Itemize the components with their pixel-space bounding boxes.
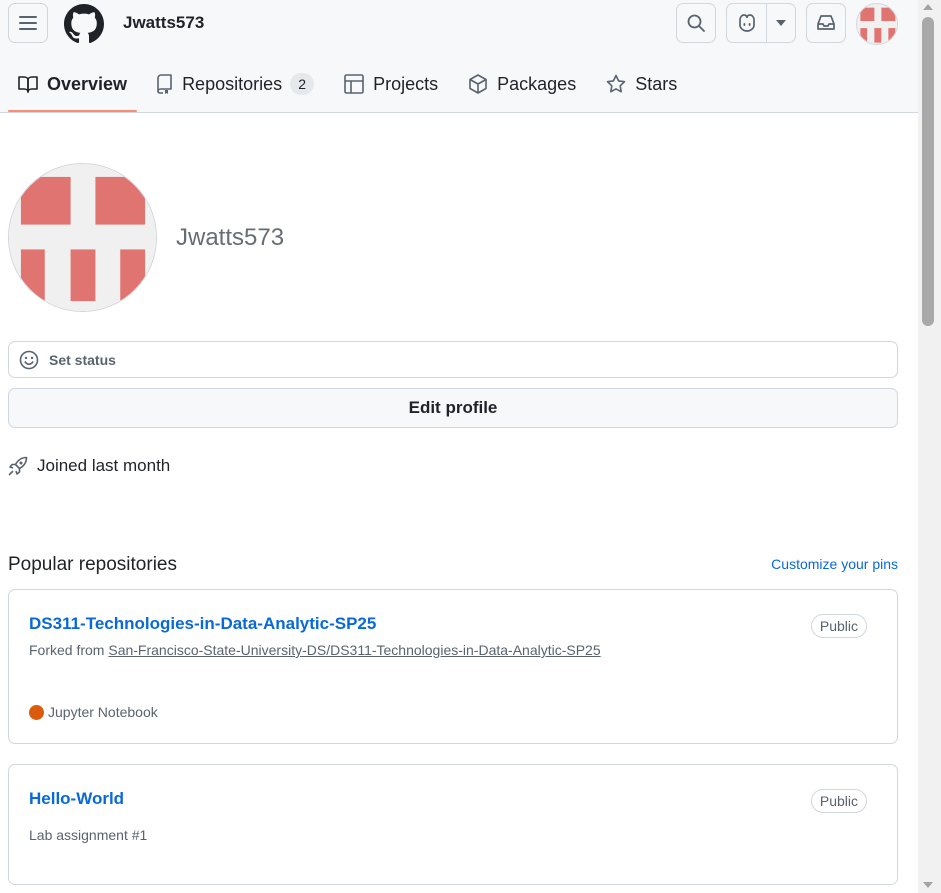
header-username[interactable]: Jwatts573 [123, 13, 204, 33]
github-logo-icon[interactable] [64, 4, 104, 44]
repo-name-link[interactable]: Hello-World [29, 789, 124, 809]
scroll-down-arrow[interactable] [923, 882, 933, 888]
user-avatar-menu[interactable] [856, 3, 898, 45]
scroll-up-arrow[interactable] [923, 4, 933, 10]
joined-info: Joined last month [8, 456, 170, 476]
forked-from-link[interactable]: San-Francisco-State-University-DS/DS311-… [108, 642, 600, 658]
joined-text: Joined last month [37, 456, 171, 475]
tab-repositories[interactable]: Repositories 2 [147, 64, 324, 104]
repo-description: Lab assignment #1 [29, 827, 148, 843]
pinned-repo-card: Hello-World Public Lab assignment #1 [8, 764, 898, 885]
visibility-badge: Public [810, 614, 867, 638]
copilot-icon [738, 14, 755, 32]
tab-packages[interactable]: Packages [458, 64, 586, 104]
star-icon [606, 74, 626, 93]
repo-icon [157, 74, 172, 94]
repo-language: Jupyter Notebook [29, 704, 158, 720]
search-button[interactable] [676, 3, 716, 43]
profile-avatar[interactable] [8, 163, 157, 312]
tab-repositories-label: Repositories [182, 73, 283, 94]
table-icon [344, 74, 364, 94]
inbox-button[interactable] [806, 3, 846, 43]
tab-packages-label: Packages [497, 73, 577, 94]
inbox-icon [817, 15, 835, 30]
tab-overview[interactable]: Overview [8, 64, 138, 112]
search-icon [687, 14, 705, 32]
edit-profile-button[interactable]: Edit profile [8, 388, 898, 428]
tab-overview-label: Overview [47, 73, 128, 94]
package-icon [469, 74, 487, 94]
visibility-badge: Public [810, 789, 867, 813]
set-status-label: Set status [49, 351, 116, 368]
hamburger-icon [19, 16, 37, 30]
tab-stars[interactable]: Stars [596, 64, 687, 104]
pinned-repo-card: DS311-Technologies-in-Data-Analytic-SP25… [8, 589, 898, 744]
smiley-icon [19, 350, 39, 369]
repo-language-label: Jupyter Notebook [48, 704, 158, 720]
rocket-icon [8, 456, 28, 476]
tab-stars-label: Stars [635, 73, 678, 94]
forked-from-text: Forked from San-Francisco-State-Universi… [29, 642, 601, 658]
customize-pins-link[interactable]: Customize your pins [771, 556, 898, 572]
profile-login: Jwatts573 [176, 224, 285, 251]
profile-tabs: Overview Repositories 2 Projects Package… [8, 64, 697, 112]
language-color-dot [29, 704, 44, 720]
tab-projects[interactable]: Projects [334, 64, 448, 104]
copilot-button[interactable] [727, 4, 767, 42]
menu-button[interactable] [8, 3, 48, 43]
forked-from-prefix: Forked from [29, 642, 109, 658]
repositories-count-badge: 2 [290, 73, 315, 95]
identicon-avatar-large [9, 164, 156, 311]
triangle-down-icon [776, 20, 786, 26]
copilot-dropdown-button[interactable] [767, 4, 795, 42]
repo-name-link[interactable]: DS311-Technologies-in-Data-Analytic-SP25 [29, 614, 376, 634]
book-icon [18, 76, 38, 93]
identicon-avatar [857, 4, 897, 44]
tab-projects-label: Projects [373, 73, 439, 94]
scrollbar-thumb[interactable] [922, 17, 934, 326]
popular-repositories-heading: Popular repositories [8, 554, 177, 575]
set-status-button[interactable]: Set status [8, 341, 898, 378]
copilot-button-group [726, 3, 796, 43]
app-header: Jwatts573 Overview Repositories 2 Projec… [0, 0, 918, 113]
